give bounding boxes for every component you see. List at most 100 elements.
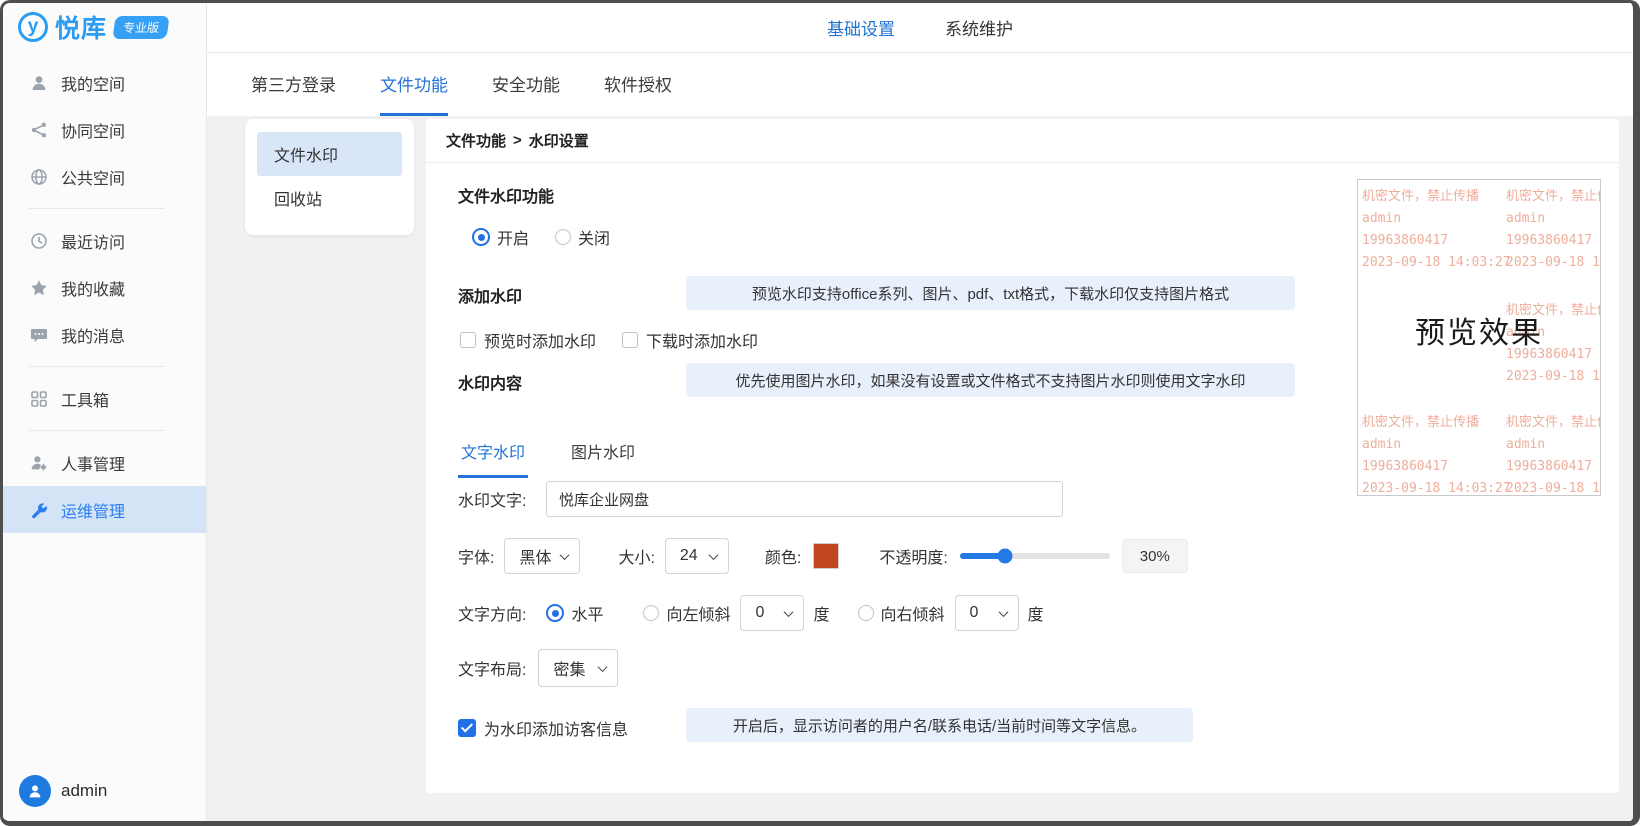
opacity-slider-thumb[interactable] — [997, 549, 1012, 564]
checkbox-icon[interactable] — [460, 332, 476, 348]
checkbox-download-watermark[interactable]: 下载时添加水印 — [622, 328, 758, 352]
tab-file-features[interactable]: 文件功能 — [380, 54, 448, 116]
header-nav-basic-settings[interactable]: 基础设置 — [827, 15, 895, 40]
window-frame: y 悦库 专业版 我的空间 协同空间 公共空间 最近访问 — [0, 0, 1640, 826]
sidebar-divider — [29, 366, 164, 367]
layout-select-value: 密集 — [553, 656, 585, 680]
sidebar-item-label: 我的收藏 — [61, 276, 125, 300]
sidebar: y 悦库 专业版 我的空间 协同空间 公共空间 最近访问 — [3, 3, 207, 821]
opacity-value: 30% — [1122, 539, 1188, 573]
checkbox-label: 下载时添加水印 — [646, 328, 758, 352]
direction-label: 文字方向: — [458, 601, 526, 625]
degree-unit: 度 — [1028, 601, 1044, 625]
checkbox-label: 预览时添加水印 — [484, 328, 596, 352]
tab-software-license[interactable]: 软件授权 — [604, 54, 672, 116]
chevron-down-icon — [708, 550, 718, 560]
radio-tilt-right[interactable]: 向右倾斜 — [858, 601, 945, 625]
chevron-down-icon — [998, 607, 1008, 617]
color-label: 颜色: — [765, 544, 801, 568]
checkbox-preview-watermark[interactable]: 预览时添加水印 — [460, 328, 596, 352]
tilt-left-degree-value: 0 — [755, 604, 764, 622]
visitor-info-hint: 开启后，显示访问者的用户名/联系电话/当前时间等文字信息。 — [686, 708, 1193, 742]
checkbox-visitor-info[interactable]: 为水印添加访客信息 — [458, 716, 628, 740]
color-swatch[interactable] — [813, 543, 839, 569]
visitor-info-row: 为水印添加访客信息 — [458, 716, 628, 740]
watermark-block: 机密文件，禁止传播 admin 19963860417 2023-09-18 1… — [1506, 186, 1601, 274]
radio-option-off[interactable]: 关闭 — [555, 225, 610, 249]
watermark-block: 机密文件，禁止传播 admin 19963860417 2023-09-18 1… — [1506, 412, 1601, 496]
sidebar-item-my-space[interactable]: 我的空间 — [3, 59, 206, 106]
content-area: 第三方登录 文件功能 安全功能 软件授权 文件水印 回收站 文件功能 > 水印设… — [207, 54, 1633, 821]
sidebar-item-label: 工具箱 — [61, 387, 109, 411]
sidebar-item-hr[interactable]: 人事管理 — [3, 439, 206, 486]
sidebar-item-label: 协同空间 — [61, 118, 125, 142]
brand-edition-badge: 专业版 — [112, 16, 169, 39]
radio-horizontal-icon[interactable] — [546, 604, 564, 622]
chevron-down-icon — [784, 607, 794, 617]
opacity-slider[interactable] — [960, 553, 1110, 559]
tab-text-watermark[interactable]: 文字水印 — [458, 439, 528, 478]
sidebar-divider — [29, 430, 164, 431]
breadcrumb: 文件功能 > 水印设置 — [426, 119, 1619, 163]
sidebar-item-toolbox[interactable]: 工具箱 — [3, 375, 206, 422]
brand-name: 悦库 — [55, 9, 107, 45]
current-user[interactable]: admin — [19, 775, 107, 807]
checkbox-checked-icon[interactable] — [458, 719, 476, 737]
subnav-item-recycle-bin[interactable]: 回收站 — [257, 176, 402, 220]
layout-row: 文字布局: 密集 — [458, 649, 618, 687]
star-icon — [30, 279, 48, 297]
radio-on-icon[interactable] — [472, 228, 490, 246]
tab-third-party-login[interactable]: 第三方登录 — [251, 54, 336, 116]
content-hint: 优先使用图片水印，如果没有设置或文件格式不支持图片水印则使用文字水印 — [686, 363, 1295, 397]
watermark-text-input[interactable] — [546, 481, 1063, 517]
sidebar-item-favorites[interactable]: 我的收藏 — [3, 264, 206, 311]
direction-row: 文字方向: 水平 向左倾斜 0 度 — [458, 595, 1044, 631]
font-select[interactable]: 黑体 — [504, 538, 580, 574]
add-watermark-checkboxes: 预览时添加水印 下载时添加水印 — [460, 328, 758, 352]
top-header: 基础设置 系统维护 — [207, 3, 1633, 53]
sidebar-item-label: 人事管理 — [61, 451, 125, 475]
radio-tilt-left-label: 向左倾斜 — [666, 601, 730, 625]
radio-option-on[interactable]: 开启 — [472, 225, 529, 249]
add-watermark-label: 添加水印 — [458, 283, 522, 307]
watermark-text-label: 水印文字: — [458, 487, 532, 511]
radio-tilt-right-icon[interactable] — [858, 605, 874, 621]
tab-image-watermark[interactable]: 图片水印 — [568, 439, 638, 478]
sidebar-item-ops[interactable]: 运维管理 — [3, 486, 206, 533]
grid-icon — [30, 390, 48, 408]
tab-security-features[interactable]: 安全功能 — [492, 54, 560, 116]
sidebar-item-label: 我的消息 — [61, 323, 125, 347]
sidebar-item-recent[interactable]: 最近访问 — [3, 217, 206, 264]
share-icon — [30, 121, 48, 139]
size-label: 大小: — [618, 544, 654, 568]
radio-off-label: 关闭 — [578, 225, 610, 249]
tilt-left-degree-select[interactable]: 0 — [740, 595, 804, 631]
message-icon — [30, 326, 48, 344]
size-select-value: 24 — [680, 547, 698, 565]
radio-horizontal-label: 水平 — [571, 601, 603, 625]
globe-icon — [30, 168, 48, 186]
sidebar-item-messages[interactable]: 我的消息 — [3, 311, 206, 358]
wrench-icon — [30, 501, 48, 519]
tilt-right-degree-select[interactable]: 0 — [955, 595, 1019, 631]
header-nav-system-maintenance[interactable]: 系统维护 — [945, 15, 1013, 40]
user-avatar — [19, 775, 51, 807]
radio-tilt-left[interactable]: 向左倾斜 — [643, 601, 730, 625]
sidebar-item-collab-space[interactable]: 协同空间 — [3, 106, 206, 153]
sidebar-item-label: 运维管理 — [61, 498, 125, 522]
checkbox-icon[interactable] — [622, 332, 638, 348]
sidebar-item-public-space[interactable]: 公共空间 — [3, 153, 206, 200]
subnav-item-file-watermark[interactable]: 文件水印 — [257, 132, 402, 176]
radio-horizontal[interactable]: 水平 — [546, 601, 603, 625]
app-window: y 悦库 专业版 我的空间 协同空间 公共空间 最近访问 — [0, 0, 1640, 826]
sidebar-item-label: 公共空间 — [61, 165, 125, 189]
layout-select[interactable]: 密集 — [538, 649, 618, 687]
font-select-value: 黑体 — [519, 544, 551, 568]
sub-navigation: 文件水印 回收站 — [245, 119, 414, 235]
radio-tilt-left-icon[interactable] — [643, 605, 659, 621]
size-select[interactable]: 24 — [665, 538, 729, 574]
radio-off-icon[interactable] — [555, 229, 571, 245]
watermark-text-row: 水印文字: — [458, 481, 1063, 517]
breadcrumb-separator: > — [513, 132, 522, 149]
brand-logo-icon: y — [18, 12, 48, 42]
